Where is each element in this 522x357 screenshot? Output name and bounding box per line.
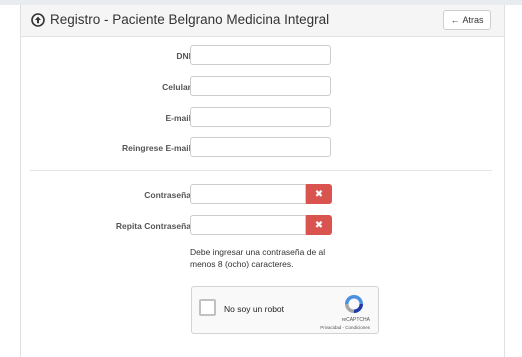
recaptcha-widget: No soy un robot reCAPTCHA Privacidad - C… [191, 286, 379, 334]
close-icon: ✖ [314, 219, 324, 231]
password-confirm-field[interactable] [190, 215, 306, 235]
dni-field[interactable] [190, 45, 331, 65]
celular-label: Celular [162, 82, 191, 92]
email-label: E-mail [165, 113, 191, 123]
dni-label: DNI [176, 51, 191, 61]
password-confirm-label: Repita Contraseña [115, 221, 191, 231]
email-field[interactable] [190, 107, 331, 127]
form-divider [30, 170, 492, 171]
clear-password-button[interactable]: ✖ [306, 184, 332, 204]
clear-password-confirm-button[interactable]: ✖ [306, 215, 332, 235]
recaptcha-brand: reCAPTCHA [341, 317, 370, 323]
password-field[interactable] [190, 184, 306, 204]
recaptcha-checkbox[interactable] [199, 299, 216, 316]
email-confirm-field[interactable] [190, 137, 331, 157]
panel-heading: Registro - Paciente Belgrano Medicina In… [21, 5, 504, 37]
page-title: Registro - Paciente Belgrano Medicina In… [50, 12, 330, 27]
recaptcha-logo-icon [345, 295, 363, 313]
password-help-text: Debe ingresar una contraseña de al menos… [190, 247, 326, 269]
password-label: Contraseña [144, 190, 191, 200]
recaptcha-label: No soy un robot [224, 304, 285, 314]
back-button-label: Atras [462, 15, 484, 25]
email-confirm-label: Reingrese E-mail [122, 143, 191, 153]
circle-arrow-up-icon [31, 13, 45, 27]
back-button[interactable]: ← Atras [443, 10, 491, 30]
close-icon: ✖ [314, 188, 324, 200]
celular-field[interactable] [190, 76, 331, 96]
arrow-left-icon: ← [450, 14, 460, 25]
registration-page: Registro - Paciente Belgrano Medicina In… [0, 0, 522, 357]
recaptcha-links[interactable]: Privacidad - Condiciones [320, 325, 370, 330]
